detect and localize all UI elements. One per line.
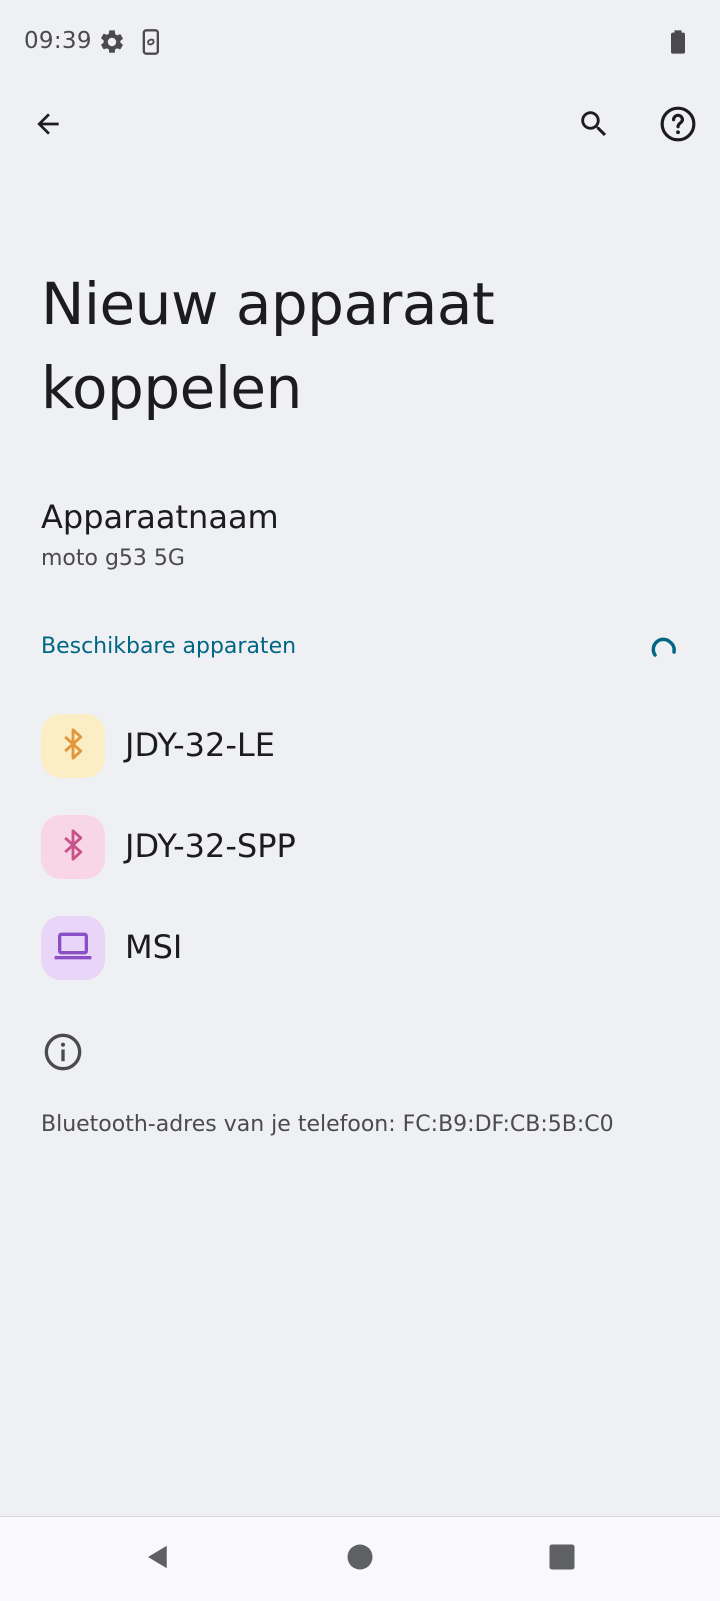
device-name-label: Apparaatnaam: [41, 498, 279, 536]
square-recents-icon: [547, 1542, 577, 1576]
help-circle-icon: [659, 105, 697, 147]
settings-gear-icon: [98, 28, 126, 56]
device-row-jdy-32-le[interactable]: JDY-32-LE: [0, 696, 720, 796]
bluetooth-icon: [56, 727, 90, 765]
nav-back-button[interactable]: [128, 1531, 188, 1587]
page-title: Nieuw apparaat koppelen: [41, 270, 495, 422]
device-row-msi[interactable]: MSI: [0, 898, 720, 998]
back-button[interactable]: [20, 98, 76, 154]
search-button[interactable]: [566, 98, 622, 154]
nav-recents-button[interactable]: [532, 1531, 592, 1587]
help-button[interactable]: [650, 98, 706, 154]
battery-icon: [664, 28, 692, 56]
loading-spinner-icon: [650, 636, 678, 664]
info-icon: [43, 1032, 83, 1072]
arrow-back-icon: [32, 108, 64, 144]
device-row-jdy-32-spp[interactable]: JDY-32-SPP: [0, 797, 720, 897]
device-icon-container: [41, 815, 105, 879]
device-name-value: moto g53 5G: [41, 546, 185, 571]
bluetooth-icon: [56, 828, 90, 866]
triangle-back-icon: [143, 1542, 173, 1576]
device-name: JDY-32-SPP: [125, 827, 296, 865]
device-icon-container: [41, 714, 105, 778]
device-name: MSI: [125, 928, 183, 966]
device-icon-container: [41, 916, 105, 980]
phone-sync-icon: [138, 28, 166, 56]
laptop-icon: [53, 926, 93, 970]
device-name-setting[interactable]: Apparaatnaam moto g53 5G: [0, 484, 720, 590]
circle-home-icon: [345, 1542, 375, 1576]
device-name: JDY-32-LE: [125, 726, 275, 764]
status-bar: 09:39: [0, 0, 720, 88]
search-icon: [577, 107, 611, 145]
bluetooth-address-text: Bluetooth-adres van je telefoon: FC:B9:D…: [41, 1112, 614, 1137]
available-devices-header: Beschikbare apparaten: [41, 634, 297, 659]
nav-home-button[interactable]: [330, 1531, 390, 1587]
status-time: 09:39: [24, 28, 92, 54]
system-navigation-bar: [0, 1516, 720, 1601]
